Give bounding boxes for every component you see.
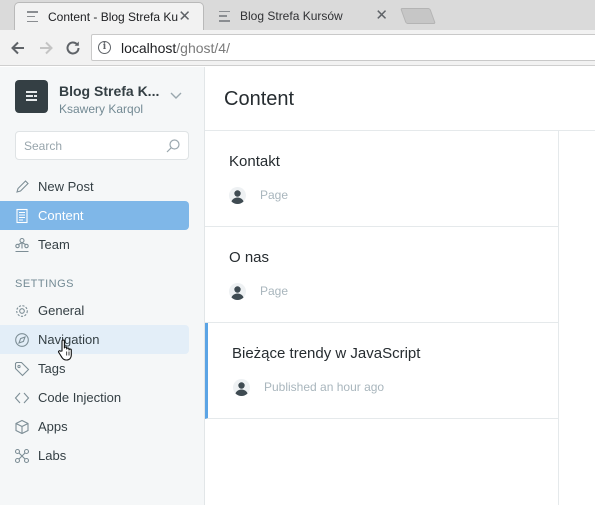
forward-arrow-icon[interactable] — [36, 38, 56, 58]
main-panel: Content Kontakt Page O nas Page Bieżące … — [205, 67, 595, 505]
blog-title: Blog Strefa K... — [59, 83, 160, 99]
list-item-selected[interactable]: Bieżące trendy w JavaScript Published an… — [205, 323, 559, 419]
code-icon — [14, 392, 30, 404]
box-icon — [15, 419, 29, 435]
search-field[interactable] — [15, 131, 189, 160]
avatar — [229, 283, 246, 300]
settings-section-label: SETTINGS — [15, 278, 75, 290]
tab-title: Blog Strefa Kursów — [240, 9, 343, 23]
sidebar-item-label: Labs — [38, 448, 67, 463]
sidebar-item-general[interactable]: General — [0, 296, 189, 325]
sidebar-item-labs[interactable]: Labs — [0, 441, 189, 470]
gear-icon — [16, 305, 28, 317]
document-icon — [16, 208, 28, 224]
pen-icon — [16, 180, 29, 193]
main-header: Content — [205, 67, 595, 131]
browser-tab-inactive[interactable]: Blog Strefa Kursów ✕ — [205, 2, 400, 30]
new-tab-button[interactable] — [400, 8, 436, 24]
post-meta: Page — [260, 188, 289, 202]
sidebar-item-new-post[interactable]: New Post — [0, 172, 189, 201]
blog-logo-icon — [15, 80, 48, 113]
sidebar-item-content[interactable]: Content — [0, 201, 189, 230]
sidebar-item-label: Tags — [38, 361, 66, 376]
search-input[interactable] — [24, 138, 164, 154]
browser-toolbar: i localhost/ghost/4/ — [0, 30, 595, 66]
sidebar-item-label: Apps — [38, 419, 68, 434]
post-title: O nas — [229, 249, 270, 266]
hand-cursor-icon — [58, 339, 72, 361]
post-title: Bieżące trendy w JavaScript — [232, 345, 421, 362]
page-title: Content — [224, 88, 295, 110]
sidebar-item-label: Code Injection — [38, 390, 122, 405]
url-host: localhost — [121, 40, 177, 56]
url-path: /ghost/4/ — [176, 40, 230, 56]
team-icon — [15, 237, 29, 253]
chevron-down-icon[interactable] — [168, 87, 184, 103]
labs-icon — [14, 448, 30, 464]
sidebar-item-label: New Post — [38, 179, 94, 194]
sidebar: Blog Strefa K... Ksawery Karqol New Post… — [0, 67, 205, 505]
reload-icon[interactable] — [63, 38, 83, 58]
tag-icon — [14, 361, 30, 377]
post-title: Kontakt — [229, 153, 280, 170]
blog-header[interactable]: Blog Strefa K... Ksawery Karqol — [15, 80, 190, 116]
sidebar-item-code-injection[interactable]: Code Injection — [0, 383, 189, 412]
avatar — [233, 379, 250, 396]
back-arrow-icon[interactable] — [8, 38, 28, 58]
blog-user-name: Ksawery Karqol — [59, 102, 144, 116]
ghost-favicon-icon — [27, 11, 40, 22]
sidebar-item-apps[interactable]: Apps — [0, 412, 189, 441]
sidebar-item-navigation[interactable]: Navigation — [0, 325, 189, 354]
sidebar-item-label: Content — [38, 208, 84, 223]
tab-close-icon[interactable]: ✕ — [375, 8, 388, 23]
ghost-favicon-icon — [219, 10, 232, 22]
list-item[interactable]: O nas Page — [205, 227, 559, 323]
address-bar[interactable]: i localhost/ghost/4/ — [91, 34, 595, 61]
tab-title: Content - Blog Strefa Kursów — [48, 9, 178, 24]
search-icon[interactable] — [165, 138, 181, 154]
browser-tab-active[interactable]: Content - Blog Strefa Kursów ✕ — [14, 2, 204, 30]
tab-close-icon[interactable]: ✕ — [178, 9, 191, 24]
sidebar-item-team[interactable]: Team — [0, 230, 189, 259]
list-item[interactable]: Kontakt Page — [205, 131, 559, 227]
post-meta: Page — [260, 284, 289, 298]
sidebar-item-tags[interactable]: Tags — [0, 354, 189, 383]
compass-icon — [15, 333, 29, 347]
sidebar-item-label: Team — [38, 237, 70, 252]
address-url: localhost/ghost/4/ — [121, 40, 230, 56]
sidebar-item-label: General — [38, 303, 85, 318]
post-meta: Published an hour ago — [264, 380, 385, 394]
info-icon[interactable]: i — [98, 41, 111, 54]
browser-tab-strip: Content - Blog Strefa Kursów ✕ Blog Stre… — [0, 0, 595, 30]
content-list: Kontakt Page O nas Page Bieżące trendy w… — [205, 131, 559, 505]
avatar — [229, 187, 246, 204]
